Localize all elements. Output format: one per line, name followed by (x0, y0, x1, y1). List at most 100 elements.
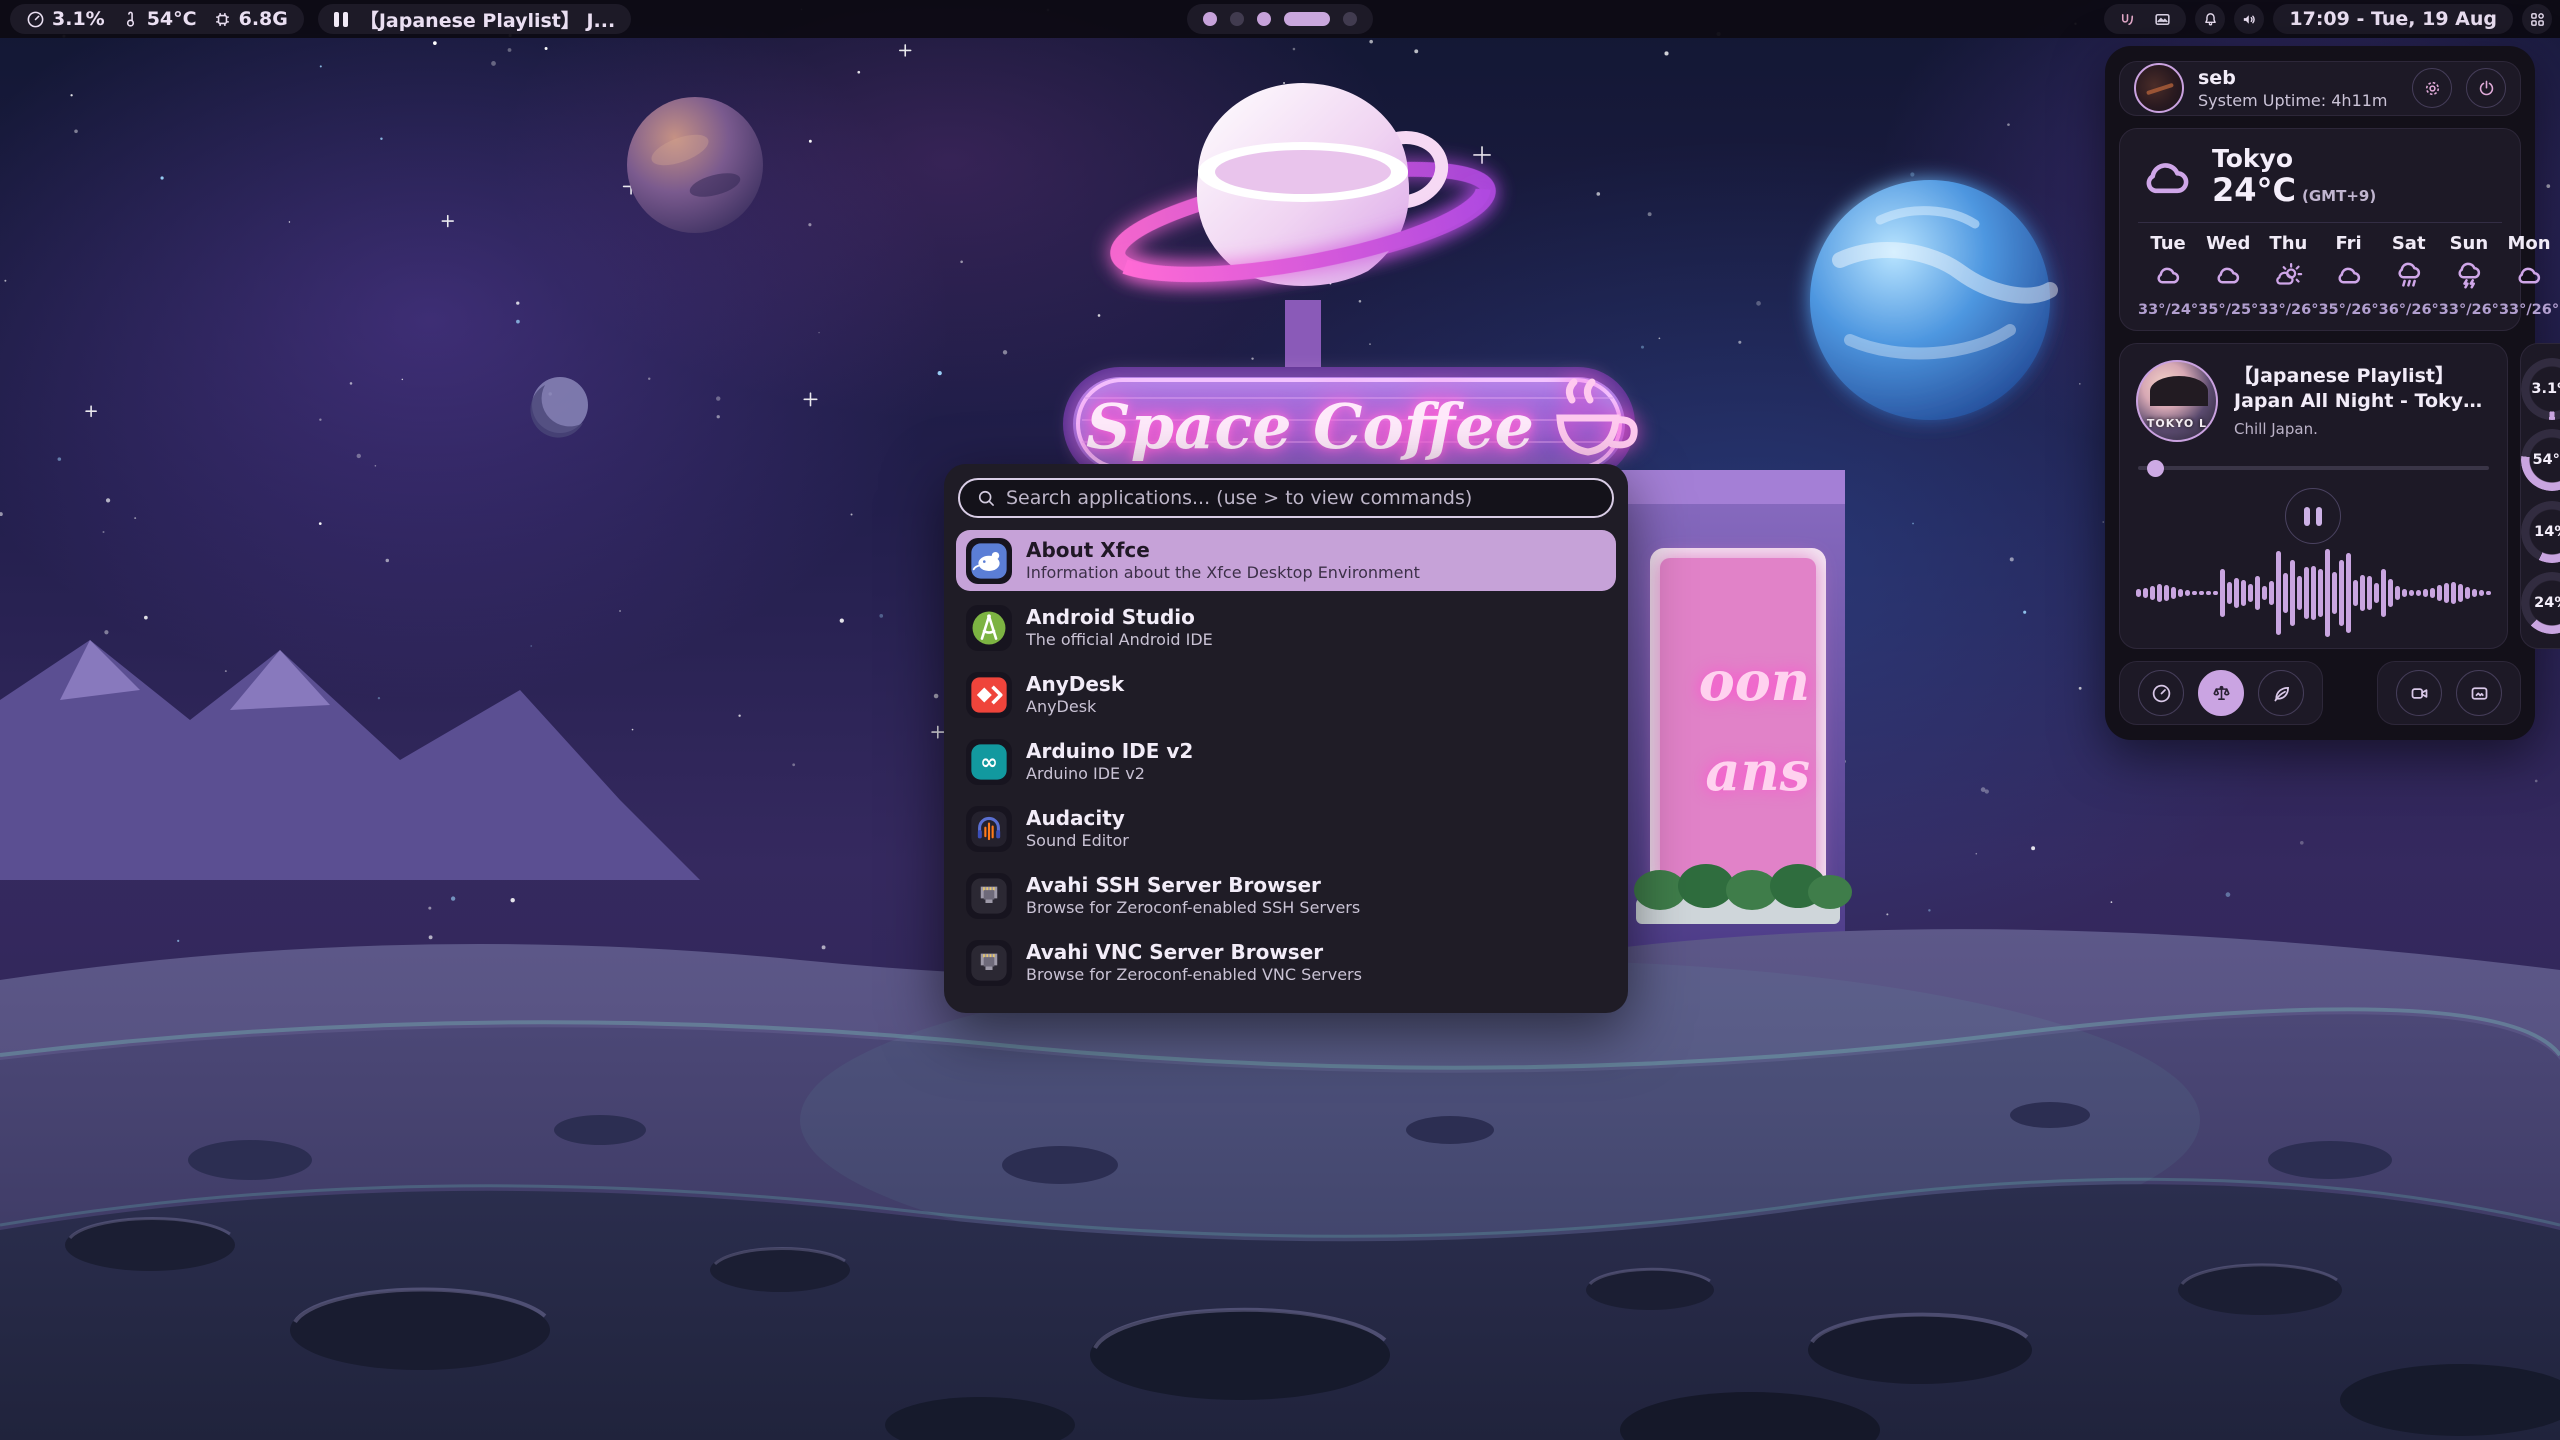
wallpaper-icon[interactable] (2153, 10, 2172, 29)
storm-icon (2454, 261, 2484, 291)
cloud-icon (2213, 261, 2243, 291)
memory-stat: 6.8G (213, 8, 288, 30)
cloud-icon (2153, 261, 2183, 291)
cloud-icon (2514, 261, 2544, 295)
android-studio-icon (969, 608, 1009, 648)
app-title: Arduino IDE v2 (1026, 740, 1193, 763)
media-pill[interactable]: 【Japanese Playlist】 J... (318, 4, 631, 34)
cloud-icon (2334, 261, 2364, 295)
window-text-2: ans (1705, 739, 1810, 803)
forecast-thu: Thu33°/26° (2258, 233, 2318, 318)
chip-icon (213, 10, 232, 29)
gauge-temperature: 54°C (2521, 429, 2560, 491)
album-art (2136, 360, 2218, 442)
search-bar[interactable] (958, 478, 1614, 518)
window-text-1: oon (1699, 649, 1810, 713)
play-pause-button[interactable] (2285, 488, 2341, 544)
workspace-dot-2[interactable] (1230, 12, 1244, 26)
overview-button[interactable] (2522, 4, 2552, 34)
user-card: seb System Uptime: 4h11m (2119, 61, 2521, 116)
system-stats-pill[interactable]: 3.1% 54°C 6.8G (10, 4, 304, 34)
notifications-button[interactable] (2195, 4, 2225, 34)
forecast-wed: Wed35°/25° (2198, 233, 2258, 318)
app-icon-tile: ∞ (966, 739, 1012, 785)
weather-card: Tokyo 24°C(GMT+9) Tue33°/24°Wed35°/25°Th… (2119, 128, 2521, 331)
app-title: About Xfce (1026, 539, 1420, 562)
settings-button[interactable] (2412, 68, 2452, 108)
performance-mode-button[interactable] (2138, 670, 2184, 716)
ethernet-icon (969, 943, 1009, 983)
cloud-icon (2213, 261, 2243, 295)
app-icon-tile (966, 806, 1012, 852)
app-description: The official Android IDE (1026, 631, 1213, 649)
tray-pill[interactable] (2104, 4, 2186, 34)
weather-cloud-icon (2138, 154, 2196, 200)
scales-icon (2211, 683, 2232, 704)
powersave-mode-button[interactable] (2258, 670, 2304, 716)
seek-bar[interactable] (2138, 460, 2489, 476)
forecast-day: Wed (2206, 233, 2250, 254)
clock-pill[interactable]: 17:09 - Tue, 19 Aug (2273, 4, 2513, 34)
app-row-avahi-ssh-server-browser[interactable]: Avahi SSH Server BrowserBrowse for Zeroc… (956, 865, 1616, 926)
arduino-icon: ∞ (969, 742, 1009, 782)
balanced-mode-button[interactable] (2198, 670, 2244, 716)
media-label: 【Japanese Playlist】 J... (360, 6, 615, 33)
forecast-temps: 33°/26° (2258, 302, 2318, 318)
forecast-mon: Mon 33°/26° (2499, 233, 2559, 318)
power-modes-card (2119, 661, 2323, 725)
forecast-temps: 33°/26° (2499, 302, 2559, 318)
app-icon-tile (966, 605, 1012, 651)
svg-text:∞: ∞ (980, 749, 998, 774)
screen-record-button[interactable] (2396, 670, 2442, 716)
cloud-icon (2334, 261, 2364, 291)
workspace-dot-4[interactable] (1284, 12, 1330, 26)
volume-button[interactable] (2234, 4, 2264, 34)
weather-city: Tokyo (2212, 145, 2376, 173)
app-description: Sound Editor (1026, 832, 1129, 850)
app-description: Browse for Zeroconf-enabled VNC Servers (1026, 966, 1362, 984)
control-panel: seb System Uptime: 4h11m Tokyo 24°C(GMT+… (2105, 46, 2535, 740)
app-row-arduino-ide-v2[interactable]: ∞Arduino IDE v2Arduino IDE v2 (956, 731, 1616, 792)
workspace-dot-1[interactable] (1203, 12, 1217, 26)
workspace-dot-5[interactable] (1343, 12, 1357, 26)
forecast-day: Mon (2507, 233, 2550, 254)
audio-visualizer (2136, 548, 2491, 638)
gauge-memory: 14% (2521, 501, 2560, 563)
speaker-icon (2241, 11, 2258, 28)
app-icon-tile (966, 940, 1012, 986)
leaf-icon (2271, 683, 2292, 704)
cloud-icon (2514, 261, 2544, 291)
screenshot-button[interactable] (2456, 670, 2502, 716)
forecast-tue: Tue33°/24° (2138, 233, 2198, 318)
workspace-dot-3[interactable] (1257, 12, 1271, 26)
forecast-day: Fri (2335, 233, 2361, 254)
app-title: Audacity (1026, 807, 1129, 830)
seek-thumb[interactable] (2147, 460, 2164, 477)
xfce-icon (969, 541, 1009, 581)
app-row-anydesk[interactable]: AnyDeskAnyDesk (956, 664, 1616, 725)
divider (2138, 222, 2502, 223)
app-title: Avahi SSH Server Browser (1026, 874, 1360, 897)
clock: 17:09 - Tue, 19 Aug (2289, 8, 2497, 30)
input-method-icon[interactable] (2118, 10, 2137, 29)
storm-icon (2454, 261, 2484, 295)
gauge-value: 54°C (2521, 429, 2560, 491)
app-row-avahi-vnc-server-browser[interactable]: Avahi VNC Server BrowserBrowse for Zeroc… (956, 932, 1616, 993)
app-row-android-studio[interactable]: Android Studio The official Android IDE (956, 597, 1616, 658)
forecast-sun: Sun33°/26° (2439, 233, 2499, 318)
speedometer-icon (26, 10, 45, 29)
uptime: System Uptime: 4h11m (2198, 91, 2398, 110)
forecast-sat: Sat36°/26° (2379, 233, 2439, 318)
app-title: Android Studio (1026, 606, 1213, 629)
rain-icon (2394, 261, 2424, 295)
power-button[interactable] (2466, 68, 2506, 108)
app-row-audacity[interactable]: Audacity Sound Editor (956, 798, 1616, 859)
sun-cloud-icon (2273, 261, 2303, 295)
media-player-card: 【Japanese Playlist】 Japan All Night - To… (2119, 343, 2508, 649)
app-icon-tile (966, 672, 1012, 718)
search-input[interactable] (1006, 487, 1596, 509)
app-row-about-xfce[interactable]: About XfceInformation about the Xfce Des… (956, 530, 1616, 591)
screenshot-icon (2469, 683, 2490, 704)
app-list: About XfceInformation about the Xfce Des… (956, 530, 1616, 993)
username: seb (2198, 67, 2398, 89)
